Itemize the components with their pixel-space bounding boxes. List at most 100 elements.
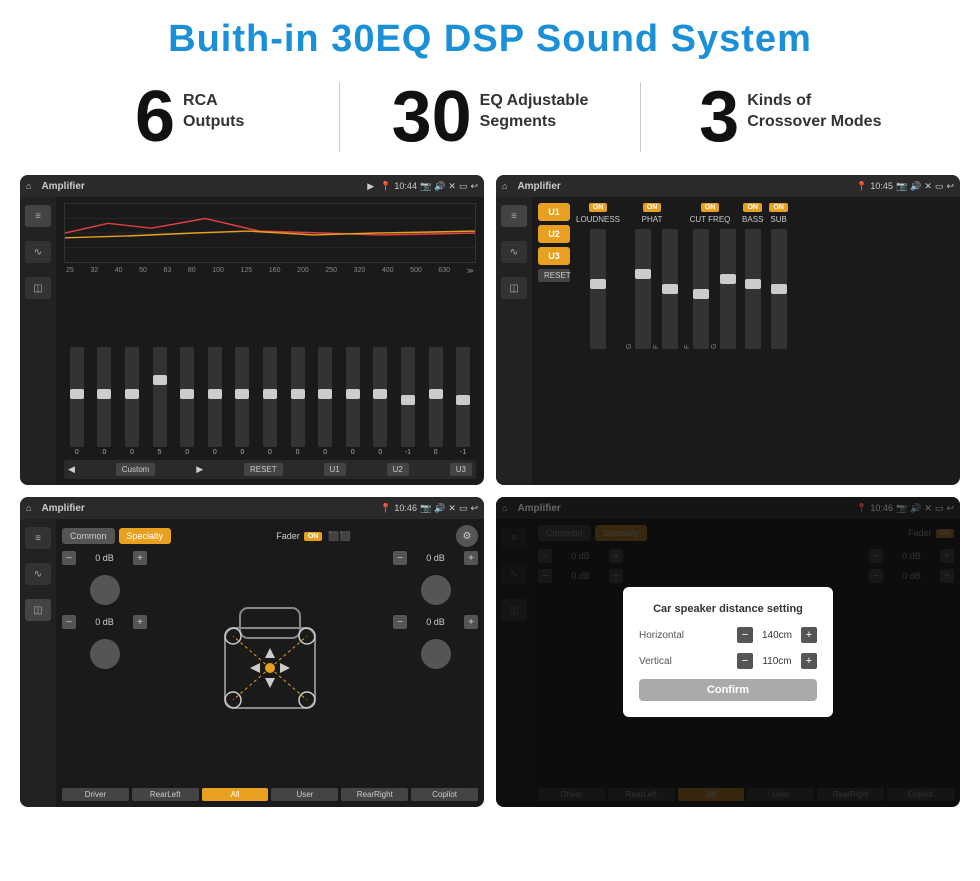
- amp-sub-on[interactable]: ON: [769, 203, 788, 212]
- eq-slider-track-7[interactable]: [235, 347, 249, 447]
- modal-horizontal-plus[interactable]: +: [801, 627, 817, 643]
- modal-vertical-minus[interactable]: −: [737, 653, 753, 669]
- eq-slider-thumb-6[interactable]: [208, 389, 222, 399]
- amp-icon-3[interactable]: ◫: [501, 277, 527, 299]
- eq-icon-2[interactable]: ∿: [25, 241, 51, 263]
- rearright-btn[interactable]: RearRight: [341, 788, 408, 801]
- speaker-settings-icon[interactable]: ⚙: [456, 525, 478, 547]
- common-btn[interactable]: Common: [62, 528, 115, 544]
- amp-loudness-on[interactable]: ON: [589, 203, 608, 212]
- amp-phat-thumb-g[interactable]: [635, 269, 651, 279]
- amp-loudness-slider[interactable]: [590, 229, 606, 349]
- eq-slider-thumb-4[interactable]: [153, 375, 167, 385]
- fader-on-badge[interactable]: ON: [304, 532, 323, 541]
- eq-slider-track-14[interactable]: [429, 347, 443, 447]
- amp-bass-slider[interactable]: [745, 229, 761, 349]
- eq-slider-thumb-9[interactable]: [291, 389, 305, 399]
- db-bl-minus[interactable]: −: [62, 615, 76, 629]
- amp-icon-1[interactable]: ≡: [501, 205, 527, 227]
- eq-slider-thumb-12[interactable]: [373, 389, 387, 399]
- eq-slider-thumb-5[interactable]: [180, 389, 194, 399]
- amp-bass-thumb[interactable]: [745, 279, 761, 289]
- amp-cutfreq-slider-g[interactable]: [720, 229, 736, 349]
- eq-slider-thumb-10[interactable]: [318, 389, 332, 399]
- speaker-icon-3[interactable]: ◫: [25, 599, 51, 621]
- modal-horizontal-minus[interactable]: −: [737, 627, 753, 643]
- eq-slider-track-13[interactable]: [401, 347, 415, 447]
- db-tr-plus[interactable]: +: [464, 551, 478, 565]
- db-tr-minus[interactable]: −: [393, 551, 407, 565]
- driver-btn[interactable]: Driver: [62, 788, 129, 801]
- speaker-topbar: ⌂ Amplifier 📍10:46📷🔊✕▭↩: [20, 497, 484, 519]
- modal-vertical-plus[interactable]: +: [801, 653, 817, 669]
- all-btn[interactable]: All: [202, 788, 269, 801]
- amp-phat-slider-f[interactable]: [662, 229, 678, 349]
- db-tl-plus[interactable]: +: [133, 551, 147, 565]
- amp-preset-reset[interactable]: RESET: [538, 269, 570, 282]
- eq-slider-track-6[interactable]: [208, 347, 222, 447]
- eq-val-3: 0: [130, 449, 134, 456]
- eq-slider-track-15[interactable]: [456, 347, 470, 447]
- amp-phat-slider-g[interactable]: [635, 229, 651, 349]
- amp-u2-btn[interactable]: U2: [538, 225, 570, 243]
- amp-bass-on[interactable]: ON: [743, 203, 762, 212]
- eq-slider-track-1[interactable]: [70, 347, 84, 447]
- db-br-minus[interactable]: −: [393, 615, 407, 629]
- eq-slider-thumb-13[interactable]: [401, 395, 415, 405]
- eq-slider-track-3[interactable]: [125, 347, 139, 447]
- amp-phat-on[interactable]: ON: [643, 203, 662, 212]
- speaker-bottom-btns: Driver RearLeft All User RearRight Copil…: [62, 788, 478, 801]
- home-icon[interactable]: ⌂: [26, 181, 31, 191]
- eq-slider-thumb-3[interactable]: [125, 389, 139, 399]
- rearleft-btn[interactable]: RearLeft: [132, 788, 199, 801]
- eq-slider-thumb-7[interactable]: [235, 389, 249, 399]
- confirm-button[interactable]: Confirm: [639, 679, 817, 701]
- speaker-icon-2[interactable]: ∿: [25, 563, 51, 585]
- eq-u1-btn[interactable]: U1: [324, 463, 346, 476]
- amp-u3-btn[interactable]: U3: [538, 247, 570, 265]
- eq-slider-thumb-8[interactable]: [263, 389, 277, 399]
- db-bl-plus[interactable]: +: [133, 615, 147, 629]
- eq-slider-thumb-14[interactable]: [429, 389, 443, 399]
- eq-slider-col-6: 0: [208, 347, 222, 456]
- amp-cutfreq-label: CUT FREQ: [690, 215, 731, 224]
- amp-u1-btn[interactable]: U1: [538, 203, 570, 221]
- eq-u3-btn[interactable]: U3: [450, 463, 472, 476]
- amp-cutfreq-on[interactable]: ON: [701, 203, 720, 212]
- eq-slider-thumb-15[interactable]: [456, 395, 470, 405]
- speaker-icon-1[interactable]: ≡: [25, 527, 51, 549]
- amp-cutfreq-thumb-f[interactable]: [693, 289, 709, 299]
- eq-slider-track-11[interactable]: [346, 347, 360, 447]
- eq-slider-track-8[interactable]: [263, 347, 277, 447]
- eq-slider-thumb-2[interactable]: [97, 389, 111, 399]
- amp-cutfreq-thumb-g[interactable]: [720, 274, 736, 284]
- eq-next-icon[interactable]: ▶: [196, 464, 203, 475]
- eq-reset-btn[interactable]: RESET: [244, 463, 283, 476]
- amp-phat-thumb-f[interactable]: [662, 284, 678, 294]
- copilot-btn[interactable]: Copilot: [411, 788, 478, 801]
- speaker-home-icon[interactable]: ⌂: [26, 503, 31, 513]
- amp-icon-2[interactable]: ∿: [501, 241, 527, 263]
- amp-loudness-thumb[interactable]: [590, 279, 606, 289]
- eq-slider-track-2[interactable]: [97, 347, 111, 447]
- eq-slider-track-12[interactable]: [373, 347, 387, 447]
- amp-cutfreq-slider-f[interactable]: [693, 229, 709, 349]
- amp-sub-thumb[interactable]: [771, 284, 787, 294]
- eq-slider-thumb-1[interactable]: [70, 389, 84, 399]
- eq-slider-thumb-11[interactable]: [346, 389, 360, 399]
- db-br-plus[interactable]: +: [464, 615, 478, 629]
- specialty-btn[interactable]: Specialty: [119, 528, 172, 544]
- eq-slider-track-9[interactable]: [291, 347, 305, 447]
- amp-home-icon[interactable]: ⌂: [502, 181, 507, 191]
- eq-u2-btn[interactable]: U2: [387, 463, 409, 476]
- user-btn[interactable]: User: [271, 788, 338, 801]
- eq-icon-3[interactable]: ◫: [25, 277, 51, 299]
- eq-prev-icon[interactable]: ◀: [68, 464, 75, 475]
- eq-slider-track-10[interactable]: [318, 347, 332, 447]
- eq-slider-track-4[interactable]: [153, 347, 167, 447]
- eq-icon-1[interactable]: ≡: [25, 205, 51, 227]
- eq-slider-track-5[interactable]: [180, 347, 194, 447]
- amp-sub-slider[interactable]: [771, 229, 787, 349]
- db-tl-minus[interactable]: −: [62, 551, 76, 565]
- speaker-left-controls: − 0 dB + − 0 dB +: [62, 551, 147, 784]
